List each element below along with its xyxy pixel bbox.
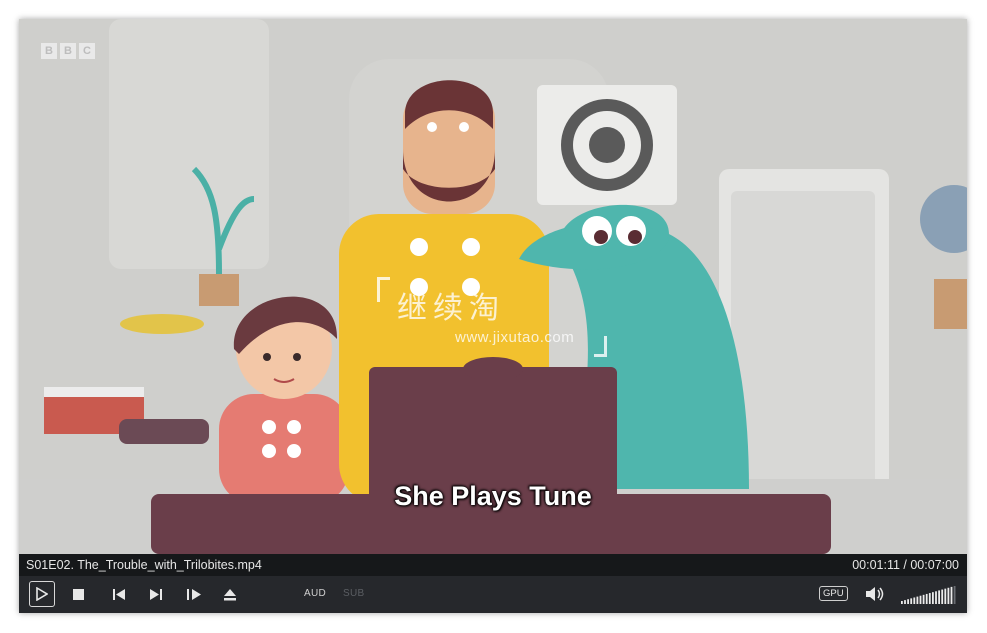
frame-step-button[interactable] bbox=[185, 587, 203, 601]
time-display: 00:01:11 / 00:07:00 bbox=[852, 558, 959, 572]
frame-step-icon bbox=[187, 588, 201, 600]
control-bar: AUD SUB GPU bbox=[19, 576, 967, 613]
volume-bar bbox=[907, 599, 909, 604]
volume-bar bbox=[925, 593, 928, 604]
volume-bar bbox=[953, 586, 956, 604]
subtitle-track-button[interactable]: SUB bbox=[343, 588, 364, 599]
watermark-url: www.jixutao.com bbox=[455, 329, 575, 346]
next-icon bbox=[150, 588, 162, 600]
previous-button[interactable] bbox=[111, 587, 127, 601]
volume-bar bbox=[904, 600, 906, 604]
bbc-logo-letter-b2: B bbox=[60, 43, 76, 59]
play-icon bbox=[36, 587, 48, 601]
volume-bar bbox=[928, 593, 931, 604]
volume-bar bbox=[935, 591, 937, 604]
player-window: B B C 继续淘 www.jixutao.com She Plays Tune… bbox=[19, 19, 967, 613]
bbc-logo-letter-c: C bbox=[79, 43, 95, 59]
stop-icon bbox=[72, 588, 84, 600]
bbc-logo: B B C bbox=[41, 43, 95, 59]
volume-slider[interactable] bbox=[901, 586, 957, 604]
watermark-brand: 继续淘 bbox=[397, 291, 505, 326]
eject-button[interactable] bbox=[222, 587, 238, 601]
volume-bar bbox=[938, 590, 940, 604]
speaker-icon bbox=[866, 587, 884, 601]
previous-icon bbox=[113, 588, 125, 600]
audio-track-button[interactable]: AUD bbox=[304, 588, 326, 599]
volume-bar bbox=[932, 592, 934, 604]
volume-bar bbox=[944, 588, 947, 604]
volume-bar bbox=[947, 587, 950, 604]
bbc-logo-letter-b1: B bbox=[41, 43, 57, 59]
watermark-bracket-left bbox=[377, 277, 390, 302]
volume-bar bbox=[901, 601, 903, 604]
mute-button[interactable] bbox=[864, 585, 886, 603]
play-button[interactable] bbox=[29, 581, 55, 607]
file-name: S01E02. The_Trouble_with_Trilobites.mp4 bbox=[26, 558, 262, 572]
volume-bar bbox=[910, 598, 913, 604]
volume-bar bbox=[916, 596, 919, 604]
stop-button[interactable] bbox=[71, 587, 85, 601]
video-frame[interactable]: B B C 继续淘 www.jixutao.com She Plays Tune bbox=[19, 19, 967, 554]
volume-bar bbox=[950, 586, 953, 604]
info-bar: S01E02. The_Trouble_with_Trilobites.mp4 … bbox=[19, 554, 967, 576]
volume-bar bbox=[919, 595, 922, 604]
next-button[interactable] bbox=[148, 587, 164, 601]
volume-bar bbox=[922, 594, 925, 604]
gpu-button[interactable]: GPU bbox=[819, 586, 848, 601]
watermark: 继续淘 www.jixutao.com bbox=[377, 277, 607, 357]
eject-icon bbox=[224, 588, 236, 600]
subtitle-text: She Plays Tune bbox=[394, 481, 592, 511]
watermark-bracket-right bbox=[594, 336, 607, 357]
volume-bar bbox=[941, 589, 944, 604]
volume-bar bbox=[913, 597, 916, 604]
